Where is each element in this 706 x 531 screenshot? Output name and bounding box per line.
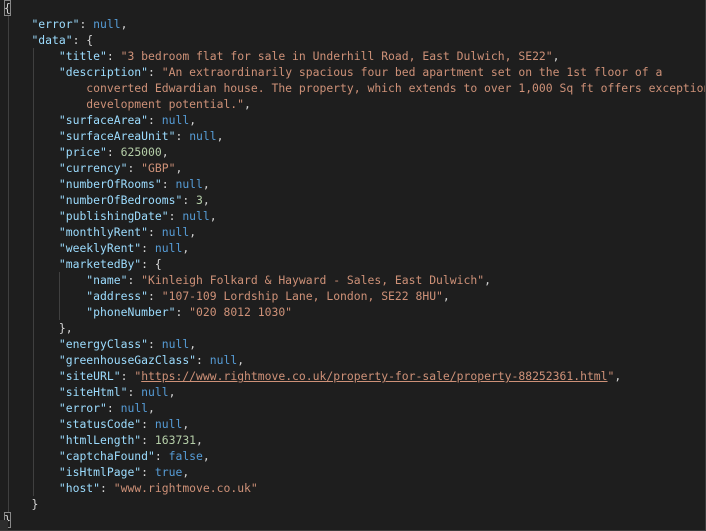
json-string: "GBP" — [141, 161, 176, 175]
code-line: "greenhouseGazClass": null, — [58, 353, 245, 367]
code-line: "siteURL": "https://www.rightmove.co.uk/… — [58, 369, 622, 383]
code-line: "energyClass": null, — [58, 337, 197, 351]
json-key: "data" — [31, 33, 73, 47]
json-string: "020 8012 1030" — [189, 305, 293, 319]
code-line: "marketedBy": { — [58, 257, 162, 271]
json-null: null — [161, 225, 190, 239]
json-string: converted Edwardian house. The property,… — [86, 81, 705, 95]
code-line: } — [31, 497, 39, 511]
json-key: "currency" — [58, 161, 128, 175]
json-key: "name" — [86, 273, 128, 287]
code-line: "currency": "GBP", — [58, 161, 183, 175]
code-line: "price": 625000, — [58, 145, 169, 159]
json-null: null — [209, 353, 238, 367]
json-key: "greenhouseGazClass" — [58, 353, 197, 367]
json-null: null — [154, 241, 183, 255]
json-key: "siteURL" — [58, 369, 121, 383]
open-brace: { — [4, 0, 11, 16]
json-null: null — [120, 401, 149, 415]
json-key: "host" — [58, 481, 101, 495]
json-key: "numberOfRooms" — [58, 177, 162, 191]
json-null: null — [141, 385, 169, 399]
json-string: "www.rightmove.co.uk" — [113, 481, 258, 495]
code-line: "surfaceAreaUnit": null, — [58, 129, 224, 143]
json-bool: false — [168, 449, 203, 463]
code-line: } — [4, 512, 705, 528]
json-null: null — [154, 417, 183, 431]
json-null: null — [182, 209, 210, 223]
json-key: "error" — [31, 17, 80, 31]
json-string: "3 bedroom flat for sale in Underhill Ro… — [120, 49, 553, 63]
json-key: "surfaceArea" — [58, 113, 149, 127]
json-key: "marketedBy" — [58, 257, 142, 271]
json-key: "error" — [58, 401, 107, 415]
json-key: "monthlyRent" — [58, 225, 149, 239]
code-line: "description": "An extraordinarily spaci… — [58, 65, 663, 79]
code-line: }, — [58, 321, 73, 335]
json-key: "address" — [86, 289, 149, 303]
json-string: "An extraordinarily spacious four bed ap… — [161, 65, 663, 79]
code-line: "phoneNumber": "020 8012 1030" — [86, 305, 293, 319]
json-key: "energyClass" — [58, 337, 149, 351]
code-line: "statusCode": null, — [58, 417, 190, 431]
code-line: "surfaceArea": null, — [58, 113, 197, 127]
json-string: "Kinleigh Folkard & Hayward - Sales, Eas… — [141, 273, 485, 287]
json-key: "title" — [58, 49, 107, 63]
code-line: "numberOfBedrooms": 3, — [58, 193, 210, 207]
code-line: "publishingDate": null, — [58, 209, 217, 223]
json-null: null — [175, 177, 203, 191]
json-null: null — [93, 17, 121, 31]
json-number: 3 — [196, 193, 203, 207]
json-bool: true — [154, 465, 183, 479]
code-line: "address": "107-109 Lordship Lane, Londo… — [86, 289, 450, 303]
code-editor[interactable]: { "error": null, "data": { "title": "3 b… — [0, 0, 706, 531]
json-number: 625000 — [120, 145, 162, 159]
json-number: 163731 — [154, 433, 197, 447]
json-null: null — [161, 337, 190, 351]
code-line: "title": "3 bedroom flat for sale in Und… — [58, 49, 560, 63]
json-key: "description" — [58, 65, 149, 79]
json-key: "siteHtml" — [58, 385, 128, 399]
json-key: "captchaFound" — [58, 449, 155, 463]
code-line: "captchaFound": false, — [58, 449, 210, 463]
json-key: "publishingDate" — [58, 209, 169, 223]
code-line: "weeklyRent": null, — [58, 241, 190, 255]
code-line: "error": null, — [58, 401, 155, 415]
code-lines: { "error": null, "data": { "title": "3 b… — [4, 0, 705, 528]
code-line: "error": null, — [31, 17, 128, 31]
code-line: "name": "Kinleigh Folkard & Hayward - Sa… — [86, 273, 491, 287]
scroll-corner — [0, 520, 8, 530]
code-line: "isHtmlPage": true, — [58, 465, 190, 479]
code-line: "monthlyRent": null, — [58, 225, 197, 239]
code-line: "host": "www.rightmove.co.uk" — [58, 481, 258, 495]
json-key: "surfaceAreaUnit" — [58, 129, 176, 143]
code-line: { — [4, 0, 705, 16]
code-line: "htmlLength": 163731, — [58, 433, 203, 447]
json-string: "107-109 Lordship Lane, London, SE22 8HU… — [161, 289, 443, 303]
code-line: "numberOfRooms": null, — [58, 177, 210, 191]
json-key: "statusCode" — [58, 417, 142, 431]
json-null: null — [161, 113, 190, 127]
json-key: "htmlLength" — [58, 433, 142, 447]
json-null: null — [189, 129, 217, 143]
site-url-link[interactable]: https://www.rightmove.co.uk/property-for… — [141, 369, 607, 383]
json-key: "price" — [58, 145, 107, 159]
json-key: "isHtmlPage" — [58, 465, 142, 479]
json-key: "weeklyRent" — [58, 241, 142, 255]
code-line: "siteHtml": null, — [58, 385, 176, 399]
code-line-wrap: converted Edwardian house. The property,… — [4, 80, 705, 96]
json-string: development potential." — [86, 97, 245, 111]
code-line: "data": { — [31, 33, 94, 47]
json-key: "phoneNumber" — [86, 305, 176, 319]
json-key: "numberOfBedrooms" — [58, 193, 183, 207]
code-line-wrap: development potential.", — [86, 97, 251, 111]
